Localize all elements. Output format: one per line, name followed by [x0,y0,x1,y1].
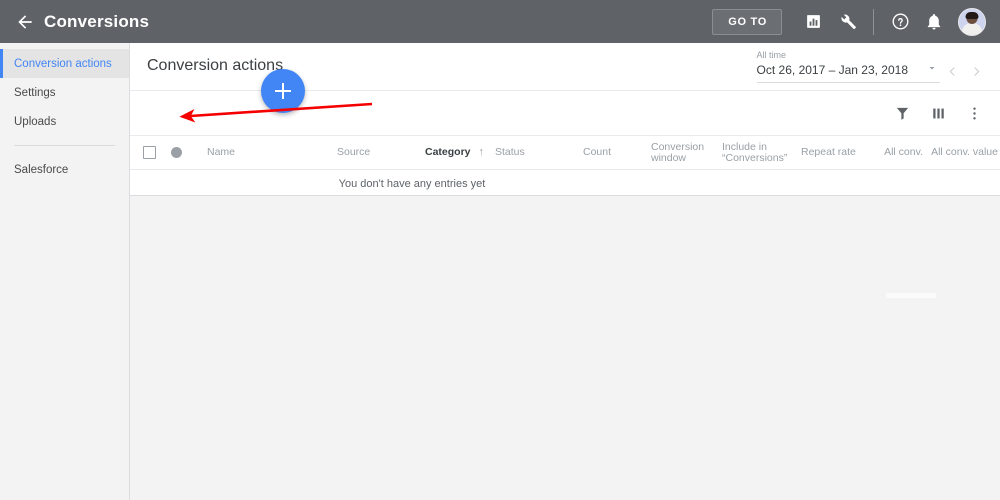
app-bar-actions: GO TO [712,0,1000,43]
sidebar-item-label: Salesforce [14,163,69,176]
column-header-label-line2: “Conversions” [722,151,788,164]
go-to-button[interactable]: GO TO [712,8,782,35]
column-header-label: Source [337,146,371,158]
avatar-body [962,22,982,35]
column-header-label: Include in [722,140,767,153]
sort-ascending-icon: ↑ [478,146,485,158]
sidebar-item-conversion-actions[interactable]: Conversion actions [0,49,129,78]
column-header-conversion-window[interactable]: Conversion window [651,136,704,169]
background-artifact [886,293,936,298]
column-header-all-conv-value[interactable]: All conv. value [927,136,998,169]
column-header-label: Category [425,146,471,158]
date-range-row: Oct 26, 2017 – Jan 23, 2018 [757,61,940,79]
wrench-icon[interactable] [830,0,864,43]
add-conversion-action-button[interactable] [261,69,305,113]
table-toolbar [130,69,1000,136]
sidebar-item-label: Conversion actions [14,57,112,70]
filter-icon[interactable] [884,91,920,135]
bar-chart-icon[interactable] [796,0,830,43]
date-range-next-button[interactable] [964,60,988,82]
bell-icon[interactable] [917,0,951,43]
help-circle-icon[interactable] [883,0,917,43]
column-header-label: Name [207,146,236,158]
toolbar-divider [873,8,874,35]
sidebar-item-salesforce[interactable]: Salesforce [0,155,129,184]
empty-state-message: You don't have any entries yet [338,177,486,190]
column-header-label: All conv. value [931,146,998,158]
back-arrow-icon[interactable] [8,12,42,32]
chevron-down-icon[interactable] [926,61,938,79]
content-card: Conversion actions All time Oct 26, 2017… [130,43,1000,196]
column-header-include-in-conversions[interactable]: Include in “Conversions” [722,136,787,169]
column-header-name[interactable]: Name [207,136,235,169]
plus-icon-vertical [282,83,284,99]
sidebar-item-label: Settings [14,86,56,99]
date-range-prev-button[interactable] [940,60,964,82]
app-bar-title: Conversions [44,11,150,31]
page-title: Conversion actions [147,57,284,74]
page-header: Conversion actions All time Oct 26, 2017… [130,43,1000,91]
column-header-label: All conv. [884,146,923,158]
sidebar-item-uploads[interactable]: Uploads [0,107,129,136]
column-header-label: Repeat rate [801,146,856,158]
column-header-repeat-rate[interactable]: Repeat rate [801,136,856,169]
column-header-label-line2: window [651,151,687,164]
date-range-selector[interactable]: All time Oct 26, 2017 – Jan 23, 2018 [756,50,940,83]
date-range-value: Oct 26, 2017 – Jan 23, 2018 [756,63,908,77]
app-bar: Conversions GO TO [0,0,1000,43]
more-vertical-icon[interactable] [956,91,992,135]
avatar[interactable] [958,7,986,36]
conversions-page: Conversions GO TO Conversion actions Set… [0,0,1000,500]
table-empty-state: You don't have any entries yet [130,170,1000,197]
table-header-row: Name Source Category ↑ Status Count Conv… [130,136,1000,170]
sidebar-item-label: Uploads [14,115,57,128]
column-header-label: Count [583,146,612,158]
date-range-picker: All time Oct 26, 2017 – Jan 23, 2018 [756,50,988,83]
avatar-hair [965,11,979,19]
sidebar-item-settings[interactable]: Settings [0,78,129,107]
sidebar: Conversion actions Settings Uploads Sale… [0,43,130,500]
column-header-status[interactable]: Status [495,136,525,169]
date-range-label: All time [756,50,787,60]
sidebar-divider [14,145,115,146]
columns-icon[interactable] [920,91,956,135]
table-toolbar-actions [884,91,992,135]
column-header-source[interactable]: Source [337,136,370,169]
column-header-count[interactable]: Count [583,136,611,169]
column-header-label: Status [495,146,525,158]
column-header-label: Conversion [651,140,705,153]
circle-icon[interactable] [171,147,182,158]
column-header-category[interactable]: Category ↑ [425,136,484,169]
column-header-all-conv[interactable]: All conv. [855,136,923,169]
checkbox-unchecked-icon[interactable] [143,146,156,159]
